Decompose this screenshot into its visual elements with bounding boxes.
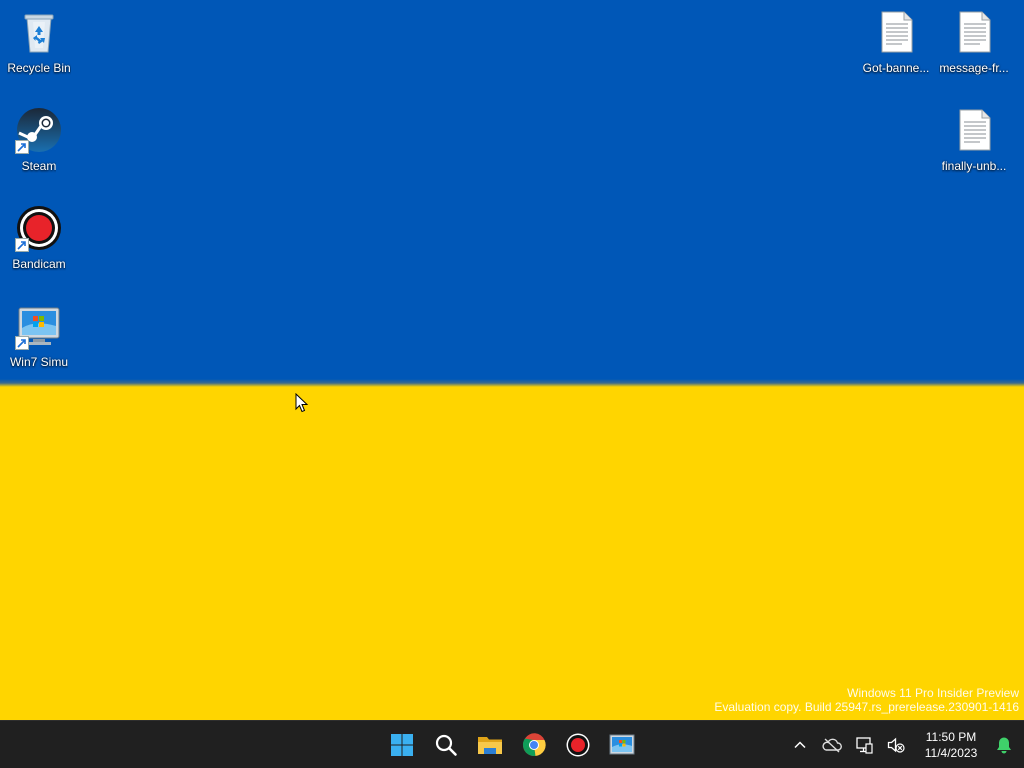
watermark-line-1: Windows 11 Pro Insider Preview	[847, 686, 1019, 700]
wallpaper-yellow-band	[0, 383, 1024, 720]
start-button[interactable]	[380, 723, 424, 767]
watermark-line-2: Evaluation copy. Build 25947.rs_prerelea…	[714, 700, 1019, 714]
onedrive-offline-icon	[822, 738, 842, 753]
text-document-icon	[950, 8, 998, 56]
win7-simu-icon	[609, 734, 635, 755]
network-icon	[856, 737, 873, 754]
file-explorer-button[interactable]	[468, 723, 512, 767]
show-hidden-icons-button[interactable]	[784, 725, 816, 765]
recycle-bin-icon	[15, 8, 63, 56]
shortcut-arrow-icon	[15, 336, 29, 350]
text-document-icon	[950, 106, 998, 154]
desktop-icon-finally-unbanned[interactable]: finally-unb...	[935, 100, 1013, 190]
win7-simu-icon	[15, 302, 63, 350]
desktop[interactable]: Recycle Bin Steam Bandicam Win7 Simu Got…	[0, 0, 1024, 720]
taskbar: 11:50 PM 11/4/2023	[0, 720, 1024, 768]
system-tray: 11:50 PM 11/4/2023	[784, 721, 1024, 768]
chrome-button[interactable]	[512, 723, 556, 767]
windows-watermark: Windows 11 Pro Insider Preview Evaluatio…	[714, 686, 1019, 714]
volume-button[interactable]	[880, 725, 912, 765]
desktop-icon-label: Bandicam	[12, 257, 66, 271]
bandicam-icon	[15, 204, 63, 252]
desktop-icon-label: Steam	[21, 159, 57, 173]
text-document-icon	[872, 8, 920, 56]
desktop-icon-recycle-bin[interactable]: Recycle Bin	[0, 2, 78, 92]
desktop-icon-bandicam[interactable]: Bandicam	[0, 198, 78, 288]
wallpaper-seam	[0, 379, 1024, 387]
desktop-icon-got-banned[interactable]: Got-banne...	[857, 2, 935, 92]
search-icon	[435, 734, 457, 756]
desktop-icon-label: message-fr...	[939, 61, 1009, 75]
onedrive-button[interactable]	[816, 725, 848, 765]
record-icon	[566, 733, 590, 757]
desktop-icon-message[interactable]: message-fr...	[935, 2, 1013, 92]
volume-muted-icon	[887, 737, 905, 753]
desktop-icon-label: Got-banne...	[862, 61, 930, 75]
taskbar-pinned-apps	[380, 721, 644, 768]
clock-date: 11/4/2023	[924, 746, 978, 760]
mouse-cursor-icon	[295, 393, 309, 413]
desktop-icon-label: finally-unb...	[941, 159, 1007, 173]
desktop-icon-label: Recycle Bin	[7, 61, 71, 75]
chevron-up-icon	[794, 741, 806, 749]
search-button[interactable]	[424, 723, 468, 767]
bandicam-taskbar-button[interactable]	[556, 723, 600, 767]
bell-icon	[997, 737, 1011, 754]
clock-time: 11:50 PM	[925, 730, 977, 744]
windows-logo-icon	[391, 734, 413, 756]
shortcut-arrow-icon	[15, 238, 29, 252]
shortcut-arrow-icon	[15, 140, 29, 154]
win7-simu-taskbar-button[interactable]	[600, 723, 644, 767]
steam-icon	[15, 106, 63, 154]
taskbar-clock[interactable]: 11:50 PM 11/4/2023	[916, 729, 986, 761]
desktop-icon-win7-simu[interactable]: Win7 Simu	[0, 296, 78, 386]
folder-icon	[478, 737, 502, 754]
network-button[interactable]	[848, 725, 880, 765]
desktop-icon-label: Win7 Simu	[9, 355, 68, 369]
chrome-icon	[522, 733, 546, 756]
notification-center-button[interactable]	[990, 725, 1018, 765]
desktop-icon-steam[interactable]: Steam	[0, 100, 78, 190]
